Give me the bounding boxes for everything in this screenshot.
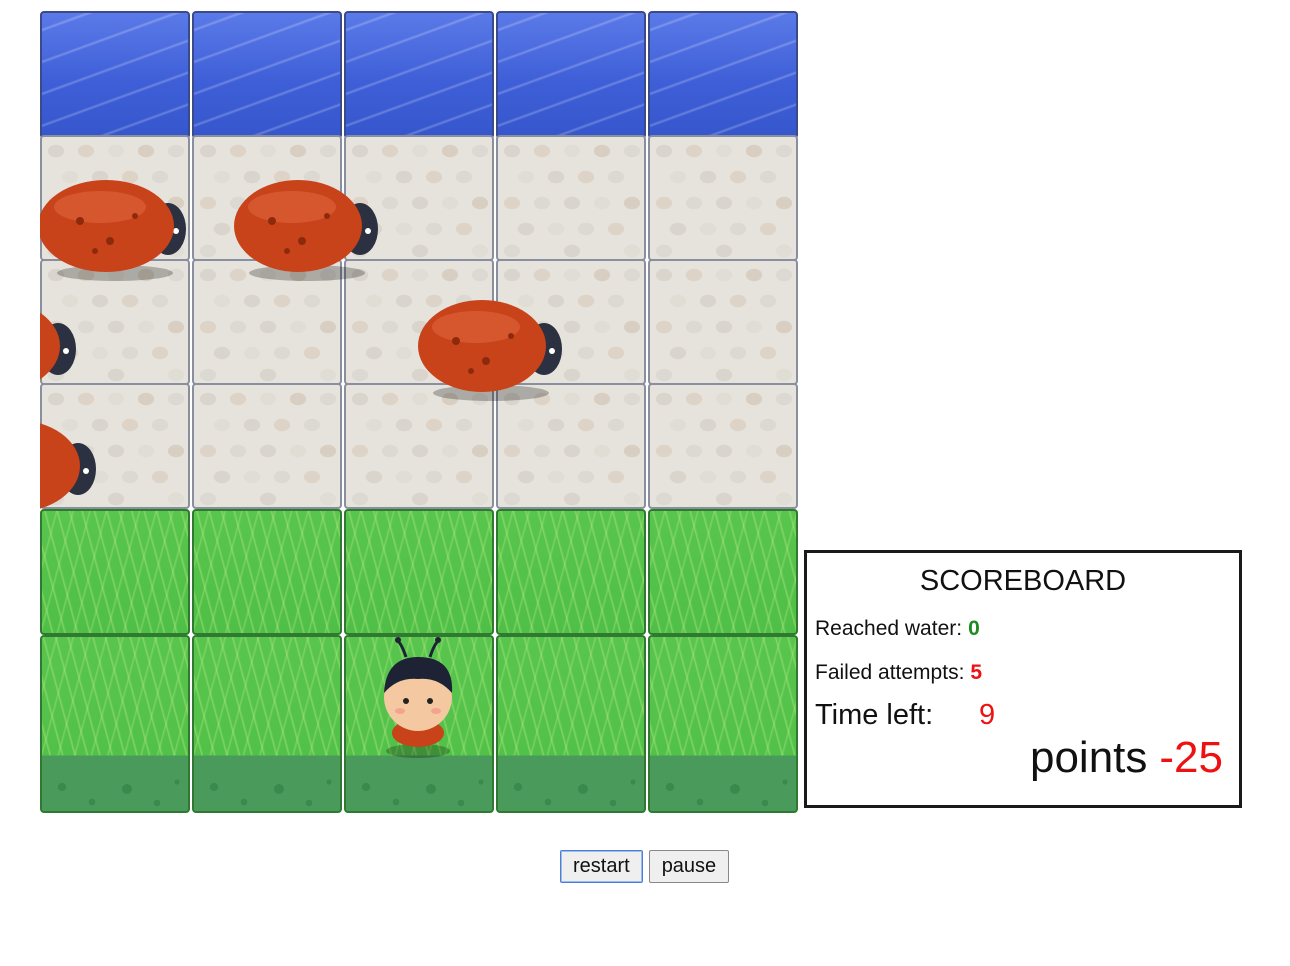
stone-tile [648, 135, 798, 261]
failed-attempts-row: Failed attempts: 5 [815, 661, 982, 685]
stone-tile [192, 135, 342, 261]
stone-tile [344, 383, 494, 509]
restart-button[interactable]: restart [560, 850, 643, 883]
water-tile [344, 11, 494, 139]
stone-tile [192, 383, 342, 509]
grass-tile [192, 509, 342, 635]
stone-tile [344, 135, 494, 261]
reached-water-label: Reached water: [815, 617, 963, 640]
stone-tile [344, 259, 494, 385]
failed-attempts-label: Failed attempts: [815, 661, 965, 684]
points-label: points [1029, 733, 1148, 782]
stone-tile [496, 259, 646, 385]
grass-tile [648, 509, 798, 635]
stone-tile [40, 383, 190, 509]
reached-water-row: Reached water: 0 [815, 617, 980, 641]
game-controls: restart pause [560, 850, 730, 883]
grass-tile [344, 635, 494, 813]
stone-tile [40, 135, 190, 261]
grass-tile [648, 635, 798, 813]
grass-tile [496, 635, 646, 813]
water-tile [496, 11, 646, 139]
water-tile [192, 11, 342, 139]
scoreboard: SCOREBOARD Reached water: 0 Failed attemp… [804, 550, 1242, 808]
stone-tile [648, 259, 798, 385]
stone-tile [192, 259, 342, 385]
time-left-label: Time left: [815, 699, 934, 731]
water-tile [40, 11, 190, 139]
game-board [40, 11, 798, 815]
stone-tile [496, 135, 646, 261]
stone-tile [496, 383, 646, 509]
grass-tile [192, 635, 342, 813]
grass-tile [40, 509, 190, 635]
grass-tile [496, 509, 646, 635]
pause-button[interactable]: pause [648, 850, 730, 883]
stone-tile [648, 383, 798, 509]
reached-water-value: 0 [968, 617, 980, 640]
grass-tile [344, 509, 494, 635]
scoreboard-title: SCOREBOARD [919, 565, 1127, 597]
stone-tile [40, 259, 190, 385]
grass-tile [40, 635, 190, 813]
points-value: -25 [1159, 733, 1223, 782]
points-display: points -25 [1030, 733, 1223, 783]
failed-attempts-value: 5 [970, 661, 983, 684]
water-tile [648, 11, 798, 139]
time-left-value: 9 [979, 699, 996, 731]
